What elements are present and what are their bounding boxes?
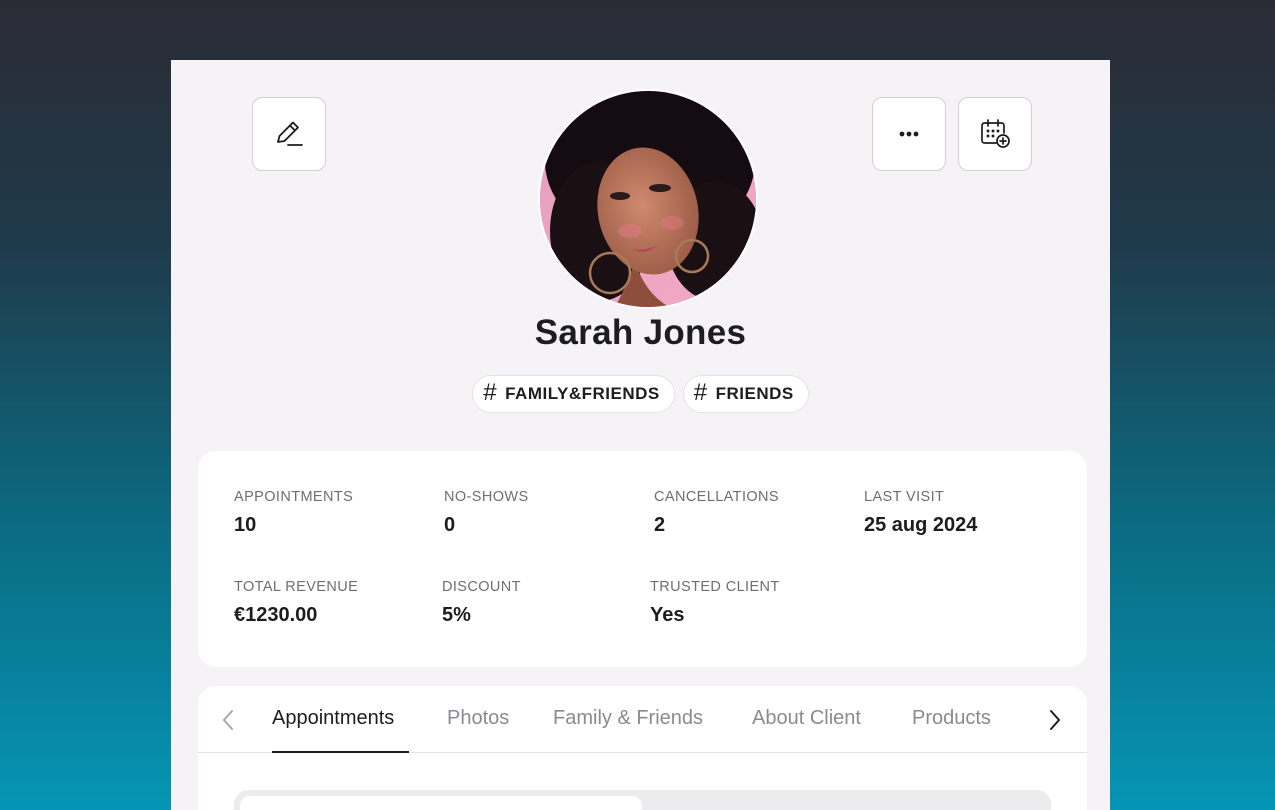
stat-trusted-client: TRUSTED CLIENT Yes <box>650 579 780 627</box>
tab-about-client[interactable]: About Client <box>752 707 861 730</box>
tab-appointments[interactable]: Appointments <box>272 707 394 730</box>
tag-friends[interactable]: # FRIENDS <box>682 375 809 413</box>
stat-value: 0 <box>444 514 456 536</box>
hashtag-icon: # <box>693 379 708 406</box>
tag-label: FAMILY&FRIENDS <box>505 384 660 403</box>
segmented-control <box>234 790 1051 810</box>
chevron-left-icon <box>223 710 233 730</box>
stat-value: 10 <box>234 514 257 536</box>
stat-label: TOTAL REVENUE <box>234 579 359 595</box>
tabs-scroll-right[interactable] <box>1041 706 1069 734</box>
active-tab-indicator <box>272 751 409 753</box>
stat-appointments: APPOINTMENTS 10 <box>234 489 353 537</box>
tabs-scroll-left[interactable] <box>214 706 242 734</box>
stat-label: DISCOUNT <box>442 579 521 595</box>
client-tabs-card: Appointments Photos Family & Friends Abo… <box>198 686 1087 810</box>
segment-option-active[interactable] <box>240 796 642 810</box>
edit-client-button[interactable] <box>252 97 326 171</box>
chevron-right-icon <box>1050 710 1060 730</box>
stat-label: LAST VISIT <box>864 489 945 505</box>
client-name: Sarah Jones <box>534 313 747 352</box>
tab-photos[interactable]: Photos <box>447 707 509 730</box>
stat-value: 5% <box>442 604 471 626</box>
stat-label: APPOINTMENTS <box>234 489 354 505</box>
stat-last-visit: LAST VISIT 25 aug 2024 <box>864 489 977 537</box>
more-dots-icon <box>899 131 919 137</box>
stat-label: TRUSTED CLIENT <box>650 579 780 595</box>
stat-label: CANCELLATIONS <box>654 489 779 505</box>
tab-bar: Appointments Photos Family & Friends Abo… <box>198 686 1087 753</box>
hashtag-icon: # <box>483 379 498 406</box>
stat-discount: DISCOUNT 5% <box>442 579 521 627</box>
stat-value: 25 aug 2024 <box>864 514 978 536</box>
client-tags: # FAMILY&FRIENDS # FRIENDS <box>171 375 1110 413</box>
client-profile-panel: Sarah Jones # FAMILY&FRIENDS # FRIENDS A… <box>171 60 1110 810</box>
tab-fade <box>993 686 1043 752</box>
stat-label: NO-SHOWS <box>444 489 529 505</box>
client-stats-card: APPOINTMENTS 10 NO-SHOWS 0 CANCELLATIONS… <box>198 451 1087 667</box>
more-options-button[interactable] <box>872 97 946 171</box>
calendar-add-icon <box>981 119 1010 148</box>
tab-products[interactable]: Products <box>912 707 991 730</box>
stat-value: Yes <box>650 604 685 626</box>
stat-cancellations: CANCELLATIONS 2 <box>654 489 779 537</box>
stat-total-revenue: TOTAL REVENUE €1230.00 <box>234 579 358 627</box>
pencil-edit-icon <box>277 121 303 146</box>
client-portrait-photo <box>540 91 756 307</box>
tag-label: FRIENDS <box>715 384 794 403</box>
tab-family-friends[interactable]: Family & Friends <box>553 707 703 730</box>
stat-value: 2 <box>654 514 666 536</box>
add-appointment-button[interactable] <box>958 97 1032 171</box>
tag-family-friends[interactable]: # FAMILY&FRIENDS <box>472 375 675 413</box>
stat-no-shows: NO-SHOWS 0 <box>444 489 529 537</box>
avatar <box>538 89 758 309</box>
stat-value: €1230.00 <box>234 604 318 626</box>
